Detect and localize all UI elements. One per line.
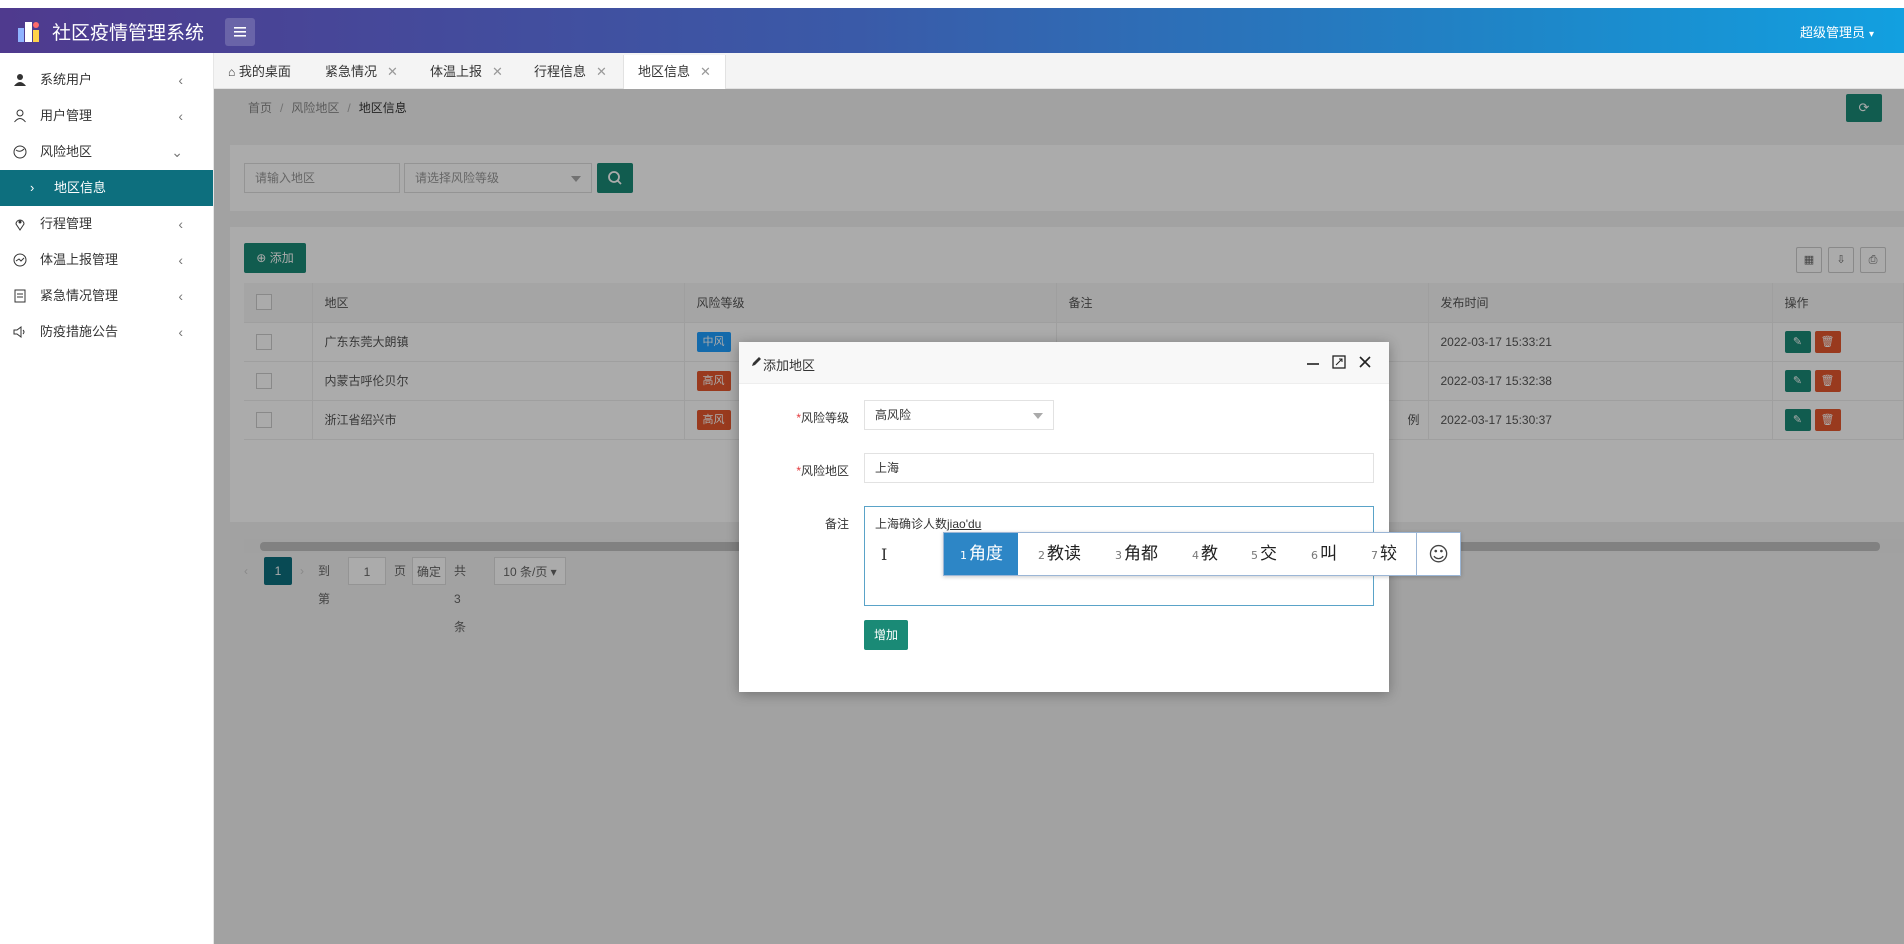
chevron-right-icon: › xyxy=(30,180,35,195)
sidebar-item-emergency[interactable]: 紧急情况管理 ‹ xyxy=(0,278,213,314)
sidebar-item-itinerary[interactable]: 行程管理 ‹ xyxy=(0,206,213,242)
close-icon[interactable]: ✕ xyxy=(700,64,711,79)
sidebar: 系统用户 ‹ 用户管理 ‹ 风险地区 ⌄ › 地区信息 行程管理 ‹ 体温上报管… xyxy=(0,53,214,944)
submit-button[interactable]: 增加 xyxy=(864,620,908,650)
chevron-left-icon: ‹ xyxy=(178,72,183,88)
ime-candidate[interactable]: 2 教读 xyxy=(1038,533,1081,575)
app-title: 社区疫情管理系统 xyxy=(52,23,205,44)
pencil-icon xyxy=(752,357,761,366)
sidebar-item-label: 系统用户 xyxy=(40,72,93,87)
note-label: 备注 xyxy=(824,517,849,531)
close-icon[interactable]: ✕ xyxy=(492,64,503,79)
ime-candidate[interactable]: 7较 xyxy=(1371,533,1397,575)
location-icon xyxy=(15,219,25,231)
ime-candidate[interactable]: 6叫 xyxy=(1311,533,1337,575)
top-header: 社区疫情管理系统 超级管理员 ▾ xyxy=(0,8,1904,53)
sidebar-item-user-management[interactable]: 用户管理 ‹ xyxy=(0,98,213,134)
sidebar-item-temperature[interactable]: 体温上报管理 ‹ xyxy=(0,242,213,278)
chart-icon xyxy=(13,253,27,267)
sidebar-item-label: 地区信息 xyxy=(54,180,107,195)
risk-level-label: *风险等级 xyxy=(796,411,849,425)
tab-label: 我的桌面 xyxy=(238,64,291,79)
tab-itinerary[interactable]: 行程信息 ✕ xyxy=(534,55,607,89)
tab-label: 地区信息 xyxy=(638,64,691,79)
ime-candidate[interactable]: 4教 xyxy=(1192,533,1218,575)
note-text: 上海确诊人数 xyxy=(875,517,948,531)
chevron-left-icon: ‹ xyxy=(178,108,183,124)
dialog-header: 添加地区 xyxy=(739,342,1389,384)
sidebar-item-label: 防疫措施公告 xyxy=(40,324,119,339)
chevron-left-icon: ‹ xyxy=(178,216,183,232)
sidebar-item-label: 用户管理 xyxy=(40,108,93,123)
sidebar-item-region-info[interactable]: › 地区信息 xyxy=(0,170,213,206)
emoji-icon[interactable]: ☺ xyxy=(1416,533,1460,575)
home-icon: ⌂ xyxy=(228,65,236,79)
risk-level-field[interactable]: 高风险 xyxy=(864,400,1054,430)
risk-region-field[interactable]: 上海 xyxy=(864,453,1374,483)
app-logo-icon xyxy=(18,22,39,42)
close-icon[interactable] xyxy=(1357,354,1373,370)
speaker-icon xyxy=(13,326,25,338)
user-outline-icon xyxy=(14,109,26,123)
ime-candidate[interactable]: 1 角度 xyxy=(944,533,1018,575)
hamburger-icon xyxy=(234,27,246,37)
minimize-icon[interactable] xyxy=(1305,354,1321,370)
tab-desktop[interactable]: ⌂ 我的桌面 xyxy=(228,55,291,89)
sidebar-item-announcement[interactable]: 防疫措施公告 ‹ xyxy=(0,314,213,350)
sidebar-item-label: 紧急情况管理 xyxy=(40,288,119,303)
risk-level-value: 高风险 xyxy=(875,408,912,422)
tab-label: 体温上报 xyxy=(430,64,483,79)
chevron-left-icon: ‹ xyxy=(178,288,183,304)
dialog-title: 添加地区 xyxy=(763,358,816,373)
chevron-down-icon: ⌄ xyxy=(171,144,183,160)
risk-region-label: *风险地区 xyxy=(796,464,849,478)
close-icon[interactable]: ✕ xyxy=(387,64,398,79)
ime-composition-text: jiao'du xyxy=(947,517,982,531)
add-region-dialog: 添加地区 *风险等级 高风险 *风险地区 上海 备注 上海确诊人数jiao'du… xyxy=(739,342,1389,692)
sidebar-item-label: 体温上报管理 xyxy=(40,252,119,267)
chevron-left-icon: ‹ xyxy=(178,324,183,340)
tab-emergency[interactable]: 紧急情况 ✕ xyxy=(325,55,398,89)
ime-candidate[interactable]: 3 角都 xyxy=(1115,533,1158,575)
text-cursor-icon: I xyxy=(881,545,888,564)
chevron-left-icon: ‹ xyxy=(178,252,183,268)
sidebar-item-risk-area[interactable]: 风险地区 ⌄ xyxy=(0,134,213,170)
caret-down-icon: ▾ xyxy=(1868,29,1874,40)
ime-candidate-bar: 1 角度 2 教读 3 角都 4教 5交 6叫 7较 ☺ xyxy=(943,532,1461,576)
tab-label: 行程信息 xyxy=(534,64,587,79)
tab-temperature[interactable]: 体温上报 ✕ xyxy=(430,55,503,89)
globe-icon xyxy=(13,145,27,159)
sidebar-item-system-users[interactable]: 系统用户 ‹ xyxy=(0,62,213,98)
sidebar-item-label: 风险地区 xyxy=(40,144,93,159)
tab-label: 紧急情况 xyxy=(325,64,378,79)
sidebar-item-label: 行程管理 xyxy=(40,216,93,231)
maximize-icon[interactable] xyxy=(1331,354,1347,370)
user-icon xyxy=(14,74,26,86)
tab-region-info[interactable]: 地区信息 ✕ xyxy=(623,55,726,89)
user-menu[interactable]: 超级管理员 ▾ xyxy=(1800,22,1874,41)
close-icon[interactable]: ✕ xyxy=(596,64,607,79)
menu-toggle-button[interactable] xyxy=(225,18,255,46)
user-name: 超级管理员 xyxy=(1799,25,1865,40)
tab-bar: ⌂ 我的桌面 紧急情况 ✕ 体温上报 ✕ 行程信息 ✕ 地区信息 ✕ xyxy=(214,53,1904,89)
caret-down-icon xyxy=(1033,413,1043,419)
form-icon xyxy=(14,289,26,303)
ime-candidate[interactable]: 5交 xyxy=(1251,533,1277,575)
